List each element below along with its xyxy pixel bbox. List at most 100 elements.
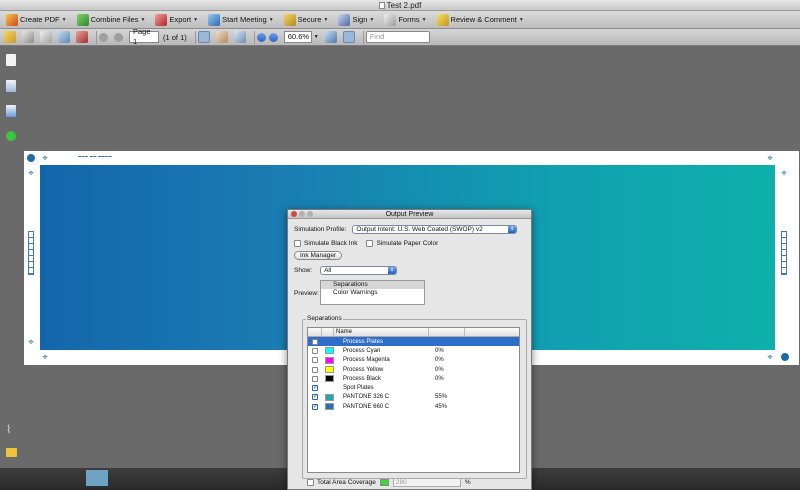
separation-checkbox[interactable]	[312, 347, 318, 354]
show-select[interactable]: All ⇕	[320, 266, 398, 275]
separation-checkbox[interactable]	[312, 366, 318, 373]
toolbar-divider	[194, 30, 196, 44]
dock-thumbnail[interactable]	[86, 470, 108, 486]
separation-checkbox[interactable]	[312, 338, 318, 345]
upload-icon[interactable]	[76, 31, 88, 43]
combine-files-button[interactable]: Combine Files ▼	[73, 12, 150, 27]
paperclip-icon[interactable]: ⌇	[6, 423, 16, 436]
dialog-title: Output Preview	[385, 211, 434, 218]
simulate-paper-color-label: Simulate Paper Color	[376, 240, 439, 247]
simulate-black-ink-checkbox[interactable]	[294, 240, 301, 247]
layers-panel-icon[interactable]	[6, 131, 16, 141]
tac-warning-swatch[interactable]	[379, 479, 389, 486]
zoom-in-icon[interactable]	[268, 32, 278, 42]
separation-checkbox[interactable]	[312, 403, 318, 410]
total-area-coverage-label: Total Area Coverage	[317, 479, 376, 486]
comments-icon[interactable]	[6, 448, 17, 457]
simulate-paper-color-checkbox[interactable]	[366, 240, 374, 247]
pages-panel-icon[interactable]	[6, 54, 16, 66]
table-row[interactable]: Spot Plates	[308, 383, 519, 392]
ink-manager-button[interactable]: Ink Manager	[294, 251, 343, 260]
select-arrow-icon[interactable]	[197, 31, 210, 43]
meeting-icon	[208, 13, 221, 26]
find-input[interactable]: Find	[365, 31, 430, 43]
crop-mark-icon: ⌖	[767, 153, 773, 163]
previous-page-icon[interactable]	[99, 32, 108, 42]
ink-swatch	[325, 347, 334, 355]
combine-files-icon	[76, 13, 89, 26]
separation-percent: 0%	[435, 347, 444, 354]
main-toolbar: Create PDF ▼ Combine Files ▼ Export ▼ Start…	[0, 11, 800, 29]
caret-down-icon[interactable]: ▼	[314, 34, 319, 40]
printer-marks-text: ▬▬▬ ▬▬ ▬▬▬▬	[78, 154, 113, 158]
bookmarks-panel-icon[interactable]	[6, 80, 16, 92]
open-folder-icon[interactable]	[4, 31, 16, 43]
preview-option-separations[interactable]: Separations	[321, 281, 424, 289]
crop-mark-icon: ⌖	[42, 352, 48, 362]
full-screen-icon[interactable]	[342, 31, 355, 43]
window-title-bar: Test 2.pdf	[0, 0, 800, 11]
zoom-level-input[interactable]: 60.6%	[283, 31, 312, 43]
comment-icon	[436, 13, 449, 26]
table-row[interactable]: Process Magenta 0%	[308, 356, 519, 365]
total-area-coverage-checkbox[interactable]	[307, 479, 314, 486]
hand-tool-icon[interactable]	[215, 31, 228, 43]
marquee-zoom-icon[interactable]	[233, 31, 246, 43]
lock-icon	[283, 13, 296, 26]
secure-button[interactable]: Secure ▼	[280, 12, 333, 27]
show-value: All	[324, 267, 332, 274]
ink-swatch	[325, 356, 334, 364]
ink-swatch	[325, 375, 334, 383]
header-percent-column	[429, 328, 465, 336]
table-row[interactable]: Process Black 0%	[308, 374, 519, 383]
export-button[interactable]: Export ▼	[151, 12, 202, 27]
table-row[interactable]: PANTONE 326 C 55%	[308, 393, 519, 402]
create-pdf-button[interactable]: Create PDF ▼	[2, 12, 71, 27]
pdf-document-icon	[378, 2, 385, 9]
review-comment-button[interactable]: Review & Comment ▼	[433, 12, 528, 27]
page-number-input[interactable]: Page 1	[129, 27, 159, 46]
simulation-profile-value: Output Intent: U.S. Web Coated (SWOP) v2	[356, 226, 483, 233]
separations-group-label: Separations	[306, 315, 343, 322]
separation-percent: 55%	[435, 394, 448, 401]
zoom-out-icon[interactable]	[256, 32, 266, 42]
start-meeting-button[interactable]: Start Meeting ▼	[204, 12, 278, 27]
separation-name: PANTONE 660 C	[343, 403, 390, 410]
next-page-icon[interactable]	[114, 32, 123, 42]
zoom-window-icon[interactable]	[307, 211, 313, 217]
window-title: Test 2.pdf	[0, 1, 800, 10]
sign-button[interactable]: Sign ▼	[334, 12, 378, 27]
separation-checkbox[interactable]	[312, 357, 318, 364]
find-placeholder: Find	[369, 32, 385, 41]
save-icon[interactable]	[40, 31, 52, 43]
separation-percent: 45%	[435, 403, 448, 410]
simulate-black-ink-label: Simulate Black Ink	[304, 240, 358, 247]
table-row[interactable]: Process Cyan 0%	[308, 346, 519, 355]
forms-button[interactable]: Forms ▼	[380, 12, 430, 27]
print-icon[interactable]	[22, 31, 34, 43]
signatures-panel-icon[interactable]	[6, 105, 16, 117]
caret-down-icon: ▼	[140, 16, 146, 23]
table-row[interactable]: Process Yellow 0%	[308, 365, 519, 374]
separation-checkbox[interactable]	[312, 375, 318, 382]
create-pdf-icon	[6, 13, 18, 26]
fit-page-icon[interactable]	[324, 31, 337, 43]
separation-name: Process Black	[343, 375, 382, 382]
color-bar-right	[781, 231, 787, 275]
tac-value-field[interactable]: 280	[392, 478, 461, 487]
separation-checkbox[interactable]	[312, 384, 318, 392]
table-row[interactable]: Process Plates	[308, 337, 519, 347]
email-icon[interactable]	[58, 31, 70, 43]
ink-swatch	[325, 385, 334, 392]
simulation-profile-select[interactable]: Output Intent: U.S. Web Coated (SWOP) v2…	[352, 225, 518, 234]
table-row[interactable]: PANTONE 660 C 45%	[308, 402, 519, 411]
caret-down-icon: ▼	[193, 16, 199, 23]
preview-option-color-warnings[interactable]: Color Warnings	[321, 289, 424, 297]
close-window-icon[interactable]	[291, 211, 297, 217]
pen-icon	[338, 13, 351, 26]
preview-mode-list[interactable]: Separations Color Warnings	[320, 280, 425, 305]
separation-checkbox[interactable]	[312, 393, 318, 401]
header-name-column[interactable]: Name	[334, 328, 429, 336]
minimize-window-icon[interactable]	[299, 211, 305, 217]
separation-name: Process Yellow	[343, 366, 384, 373]
